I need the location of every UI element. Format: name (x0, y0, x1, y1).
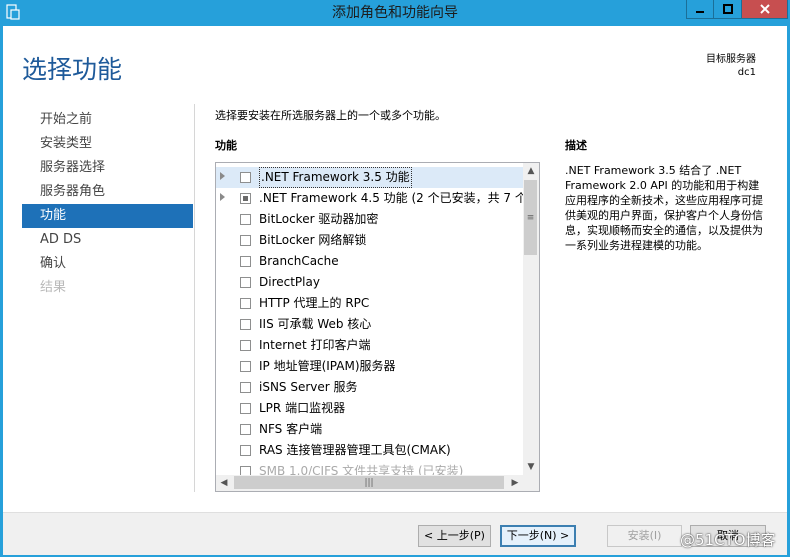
feature-label: BitLocker 网络解锁 (259, 233, 367, 247)
feature-label: .NET Framework 4.5 功能 (2 个已安装，共 7 个) (259, 191, 532, 205)
feature-checkbox[interactable] (240, 403, 251, 414)
next-button[interactable]: 下一步(N) > (500, 525, 576, 547)
feature-label: BranchCache (259, 254, 339, 268)
grip-icon: ≡ (526, 212, 535, 223)
feature-row[interactable]: BitLocker 网络解锁 (216, 230, 523, 251)
vertical-scrollbar[interactable]: ▲ ≡ ▼ (523, 163, 539, 475)
grip-icon: ||| (364, 477, 374, 488)
nav-item-confirmation[interactable]: 确认 (22, 252, 193, 276)
horizontal-scrollbar[interactable]: ◀ ||| ▶ (216, 475, 523, 491)
scroll-left-button[interactable]: ◀ (216, 475, 232, 491)
features-header: 功能 (215, 139, 237, 152)
feature-checkbox[interactable] (240, 361, 251, 372)
chevron-left-icon: ◀ (220, 478, 228, 488)
nav-item-server-selection[interactable]: 服务器选择 (22, 156, 193, 180)
target-server: 目标服务器 dc1 (706, 53, 756, 79)
install-button: 安装(I) (607, 525, 682, 547)
features-tree[interactable]: .NET Framework 3.5 功能 .NET Framework 4.5 … (215, 162, 540, 492)
feature-row[interactable]: BitLocker 驱动器加密 (216, 209, 523, 230)
feature-label: NFS 客户端 (259, 422, 323, 436)
wizard-nav: 开始之前 安装类型 服务器选择 服务器角色 功能 AD DS 确认 结果 (22, 108, 193, 300)
feature-label: RAS 连接管理器管理工具包(CMAK) (259, 443, 451, 457)
feature-row[interactable]: .NET Framework 3.5 功能 (216, 167, 523, 188)
scrollbar-corner (523, 475, 539, 491)
feature-checkbox[interactable] (240, 382, 251, 393)
feature-row[interactable]: HTTP 代理上的 RPC (216, 293, 523, 314)
nav-item-server-roles[interactable]: 服务器角色 (22, 180, 193, 204)
nav-item-before-you-begin[interactable]: 开始之前 (22, 108, 193, 132)
minimize-button[interactable] (686, 0, 714, 19)
feature-row[interactable]: IIS 可承载 Web 核心 (216, 314, 523, 335)
feature-label: DirectPlay (259, 275, 320, 289)
feature-row[interactable]: NFS 客户端 (216, 419, 523, 440)
feature-checkbox[interactable] (240, 235, 251, 246)
feature-row[interactable]: .NET Framework 4.5 功能 (2 个已安装，共 7 个) (216, 188, 532, 209)
feature-label: IP 地址管理(IPAM)服务器 (259, 359, 396, 373)
feature-label: IIS 可承载 Web 核心 (259, 317, 372, 331)
feature-checkbox[interactable] (240, 340, 251, 351)
chevron-right-icon: ▶ (511, 478, 519, 488)
nav-item-features[interactable]: 功能 (22, 204, 193, 228)
expand-arrow-icon[interactable] (220, 172, 225, 180)
window-title: 添加角色和功能向导 (332, 5, 458, 21)
feature-checkbox[interactable] (240, 214, 251, 225)
feature-description: .NET Framework 3.5 结合了 .NET Framework 2.… (565, 164, 763, 252)
feature-label: iSNS Server 服务 (259, 380, 358, 394)
feature-checkbox[interactable] (240, 424, 251, 435)
feature-label: HTTP 代理上的 RPC (259, 296, 370, 310)
target-server-name: dc1 (737, 67, 756, 78)
feature-checkbox[interactable] (240, 256, 251, 267)
scroll-right-button[interactable]: ▶ (507, 475, 523, 491)
feature-checkbox[interactable] (240, 193, 251, 204)
feature-checkbox[interactable] (240, 319, 251, 330)
feature-checkbox[interactable] (240, 172, 251, 183)
expand-arrow-icon[interactable] (220, 193, 225, 201)
page-title: 选择功能 (22, 55, 123, 84)
feature-label: BitLocker 驱动器加密 (259, 212, 379, 226)
instruction-text: 选择要安装在所选服务器上的一个或多个功能。 (215, 109, 446, 122)
nav-item-installation-type[interactable]: 安装类型 (22, 132, 193, 156)
nav-divider (194, 104, 195, 492)
description-header: 描述 (565, 139, 587, 152)
feature-row[interactable]: LPR 端口监视器 (216, 398, 523, 419)
scroll-down-button[interactable]: ▼ (523, 459, 539, 475)
feature-label: LPR 端口监视器 (259, 401, 346, 415)
target-server-label: 目标服务器 (706, 54, 756, 65)
feature-row[interactable]: IP 地址管理(IPAM)服务器 (216, 356, 523, 377)
horizontal-scroll-thumb[interactable]: ||| (234, 476, 504, 489)
nav-item-results: 结果 (40, 280, 67, 295)
feature-checkbox[interactable] (240, 277, 251, 288)
vertical-scroll-thumb[interactable]: ≡ (524, 180, 537, 255)
feature-row[interactable]: BranchCache (216, 251, 523, 272)
feature-label: .NET Framework 3.5 功能 (259, 167, 412, 188)
feature-checkbox[interactable] (240, 298, 251, 309)
feature-row[interactable]: RAS 连接管理器管理工具包(CMAK) (216, 440, 523, 461)
chevron-up-icon: ▲ (527, 166, 535, 176)
nav-item-ad-ds[interactable]: AD DS (22, 228, 193, 252)
maximize-button[interactable] (714, 0, 742, 19)
feature-checkbox[interactable] (240, 445, 251, 456)
watermark: @51CTO博客 (680, 531, 776, 549)
scroll-up-button[interactable]: ▲ (523, 163, 539, 179)
feature-row[interactable]: iSNS Server 服务 (216, 377, 523, 398)
chevron-down-icon: ▼ (527, 462, 535, 472)
previous-button[interactable]: < 上一步(P) (418, 525, 491, 547)
close-button[interactable] (742, 0, 788, 19)
window-frame-left (0, 26, 3, 557)
feature-row[interactable]: Internet 打印客户端 (216, 335, 523, 356)
feature-row[interactable]: DirectPlay (216, 272, 523, 293)
feature-label: Internet 打印客户端 (259, 338, 371, 352)
